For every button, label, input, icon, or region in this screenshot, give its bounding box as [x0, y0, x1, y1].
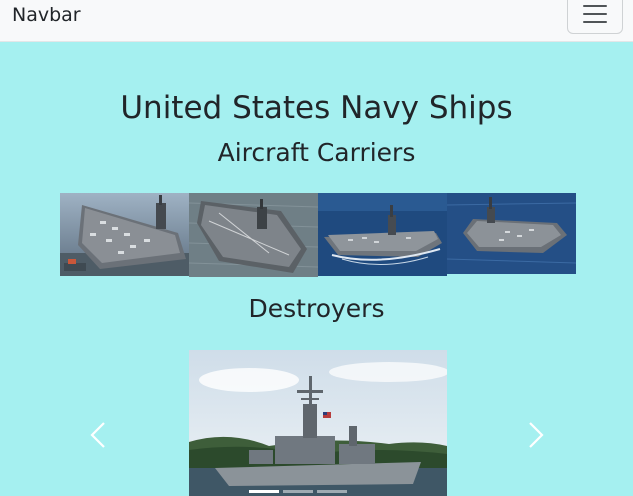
navbar-toggler-button[interactable] — [567, 0, 623, 34]
destroyers-heading: Destroyers — [248, 294, 385, 323]
hamburger-menu-icon — [583, 5, 607, 25]
aircraft-carriers-heading: Aircraft Carriers — [217, 138, 416, 167]
chevron-right-icon — [529, 422, 544, 448]
carousel-slide-destroyer — [189, 350, 447, 496]
navbar-brand[interactable]: Navbar — [12, 4, 81, 26]
carousel-prev-button[interactable] — [78, 415, 118, 455]
carrier-image-at-sea — [189, 193, 318, 277]
navbar: Navbar — [0, 0, 633, 42]
carrier-image-underway — [318, 193, 447, 276]
destroyers-carousel — [0, 350, 633, 496]
chevron-left-icon — [90, 422, 105, 448]
aircraft-carriers-gallery — [60, 193, 576, 277]
page-title: United States Navy Ships — [120, 90, 513, 126]
carrier-image-docked — [60, 193, 189, 276]
carousel-next-button[interactable] — [516, 415, 556, 455]
carrier-image-open-ocean — [447, 193, 576, 274]
